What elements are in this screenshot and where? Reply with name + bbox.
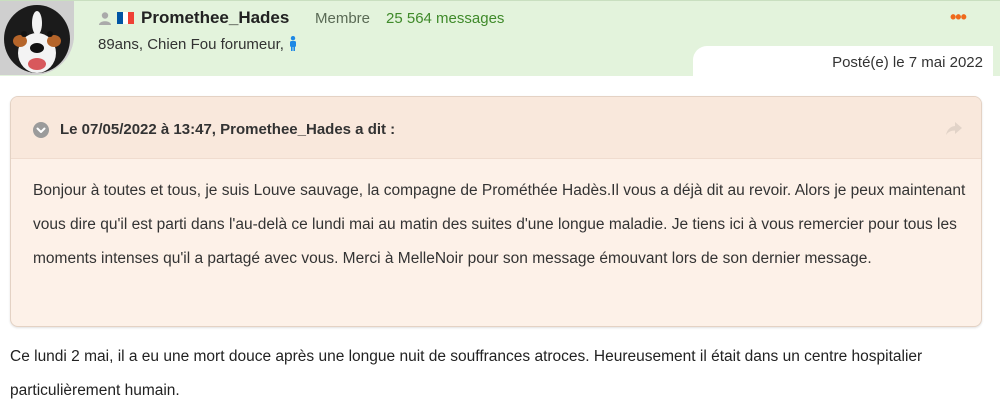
share-arrow-icon[interactable] bbox=[946, 122, 962, 141]
france-flag-icon bbox=[117, 12, 135, 24]
post-body: Ce lundi 2 mai, il a eu une mort douce a… bbox=[10, 348, 923, 399]
avatar[interactable] bbox=[0, 1, 74, 75]
author-username[interactable]: Promethee_Hades bbox=[141, 8, 289, 28]
quote-block: Le 07/05/2022 à 13:47, Promethee_Hades a… bbox=[10, 96, 982, 327]
user-icon bbox=[98, 11, 112, 30]
post-header: Promethee_Hades Membre 25 564 messages 8… bbox=[0, 0, 1000, 76]
author-description: 89ans, Chien Fou forumeur, bbox=[98, 36, 284, 53]
author-message-count[interactable]: 25 564 messages bbox=[386, 10, 504, 27]
quote-header: Le 07/05/2022 à 13:47, Promethee_Hades a… bbox=[11, 97, 981, 159]
author-role: Membre bbox=[315, 10, 371, 27]
collapse-chevron-icon[interactable] bbox=[33, 122, 49, 143]
post-date-tab: Posté(e) le 7 mai 2022 bbox=[693, 46, 993, 76]
male-gender-icon bbox=[288, 36, 298, 55]
post-menu-button[interactable]: ••• bbox=[950, 7, 967, 28]
post-date[interactable]: Posté(e) le 7 mai 2022 bbox=[832, 54, 983, 71]
author-subline: 89ans, Chien Fou forumeur, bbox=[98, 36, 298, 55]
quote-title: Le 07/05/2022 à 13:47, Promethee_Hades a… bbox=[60, 121, 396, 138]
quote-text: Bonjour à toutes et tous, je suis Louve … bbox=[33, 182, 966, 267]
